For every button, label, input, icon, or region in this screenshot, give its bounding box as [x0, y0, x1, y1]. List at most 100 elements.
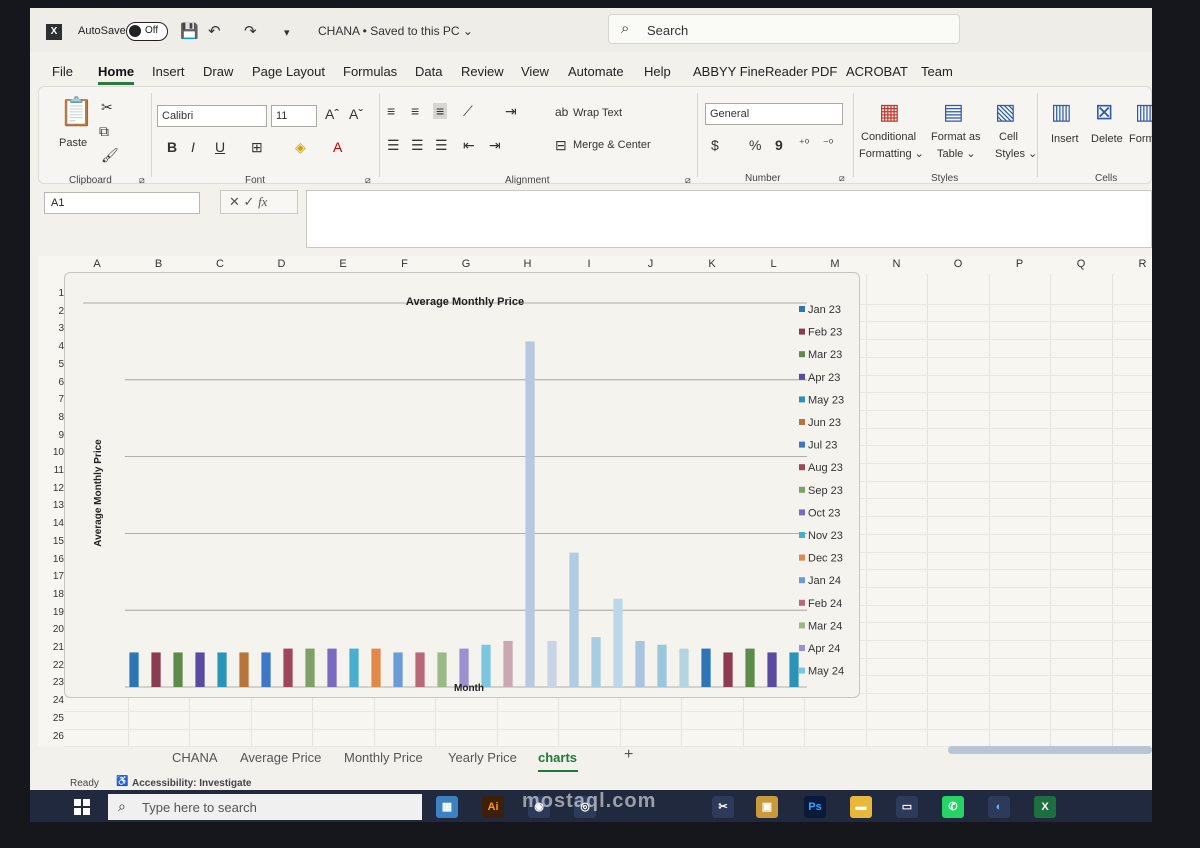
fill-color-icon[interactable]: ◈ — [295, 139, 306, 156]
tab-review[interactable]: Review — [461, 64, 504, 79]
format-as-table-line1[interactable]: Format as — [931, 131, 981, 143]
taskbar-search[interactable]: ⌕ Type here to search — [108, 794, 422, 820]
percent-button[interactable]: % — [749, 137, 761, 153]
clipboard-launcher-icon[interactable]: ⧄ — [139, 175, 145, 186]
tab-data[interactable]: Data — [415, 64, 442, 79]
undo-icon[interactable]: ↶ — [208, 22, 221, 40]
font-color-icon[interactable]: A — [333, 139, 342, 155]
borders-icon[interactable]: ⊞ — [251, 139, 263, 156]
conditional-formatting-line2[interactable]: Formatting ⌄ — [859, 147, 924, 160]
conditional-formatting-line1[interactable]: Conditional — [861, 131, 916, 143]
orientation-icon[interactable]: ⟋ — [463, 103, 473, 120]
tab-draw[interactable]: Draw — [203, 64, 233, 79]
format-as-table-line2[interactable]: Table ⌄ — [937, 147, 976, 160]
text-direction-icon[interactable]: ⇥ — [505, 103, 517, 120]
tab-formulas[interactable]: Formulas — [343, 64, 397, 79]
redo-icon[interactable]: ↷ — [244, 22, 257, 40]
currency-button[interactable]: $ — [711, 137, 719, 153]
row-header[interactable]: 17 — [38, 571, 64, 582]
tab-page-layout[interactable]: Page Layout — [252, 64, 325, 79]
align-bottom-icon[interactable]: ≡ — [433, 103, 448, 119]
align-top-icon[interactable]: ≡ — [387, 103, 395, 119]
row-header[interactable]: 22 — [38, 660, 64, 671]
add-sheet-button[interactable]: + — [624, 746, 633, 764]
row-header[interactable]: 5 — [38, 359, 64, 370]
font-name-select[interactable]: Calibri — [157, 105, 267, 127]
tab-view[interactable]: View — [521, 64, 549, 79]
archive-icon[interactable]: ▣ — [756, 796, 778, 818]
row-header[interactable]: 8 — [38, 412, 64, 423]
row-header[interactable]: 16 — [38, 554, 64, 565]
sheet-tab-yearly-price[interactable]: Yearly Price — [448, 750, 517, 765]
delete-cells-button[interactable]: Delete — [1091, 133, 1123, 145]
wrap-text-button[interactable]: Wrap Text — [573, 107, 622, 119]
row-header[interactable]: 1 — [38, 288, 64, 299]
copy-icon[interactable]: ⧉ — [99, 123, 109, 140]
decrease-font-icon[interactable]: Aˇ — [349, 106, 363, 122]
align-middle-icon[interactable]: ≡ — [411, 103, 419, 119]
task-view-icon[interactable]: ▦ — [436, 796, 458, 818]
font-size-select[interactable]: 11 — [271, 105, 317, 127]
comma-button[interactable]: 9 — [775, 137, 783, 153]
sheet-tab-average-price[interactable]: Average Price — [240, 750, 321, 765]
formula-input[interactable] — [306, 190, 1152, 248]
row-header[interactable]: 14 — [38, 518, 64, 529]
photoshop-icon[interactable]: Ps — [804, 796, 826, 818]
row-header[interactable]: 26 — [38, 731, 64, 742]
font-launcher-icon[interactable]: ⧄ — [365, 175, 371, 186]
tab-acrobat[interactable]: ACROBAT — [846, 64, 908, 79]
align-right-icon[interactable]: ☰ — [435, 137, 448, 154]
row-header[interactable]: 3 — [38, 323, 64, 334]
tab-file[interactable]: File — [52, 64, 73, 79]
tab-home[interactable]: Home — [98, 64, 134, 79]
row-header[interactable]: 4 — [38, 341, 64, 352]
horizontal-scrollbar[interactable] — [948, 746, 1152, 754]
tab-insert[interactable]: Insert — [152, 64, 185, 79]
name-box[interactable]: A1 — [44, 192, 200, 214]
alignment-launcher-icon[interactable]: ⧄ — [685, 175, 691, 186]
sheet-tab-charts[interactable]: charts — [538, 750, 577, 765]
format-painter-icon[interactable]: 🖌 — [101, 147, 119, 164]
enter-icon[interactable]: ✓ — [244, 194, 255, 209]
column-header[interactable]: N — [866, 258, 928, 274]
whatsapp-icon[interactable]: ✆ — [942, 796, 964, 818]
chart-area[interactable]: Jan 23 Feb 23 Mar 23 Apr 23 May 23 Jun 23 Jul … — [64, 272, 860, 698]
terminal-icon[interactable]: ▭ — [896, 796, 918, 818]
row-header[interactable]: 23 — [38, 677, 64, 688]
sheet-tab-chana[interactable]: CHANA — [172, 750, 218, 765]
file-explorer-icon[interactable]: ▬ — [850, 796, 872, 818]
paste-button[interactable]: Paste — [59, 137, 87, 149]
row-header[interactable]: 12 — [38, 483, 64, 494]
align-center-icon[interactable]: ☰ — [411, 137, 424, 154]
illustrator-icon[interactable]: Ai — [482, 796, 504, 818]
row-header[interactable]: 21 — [38, 642, 64, 653]
row-header[interactable]: 20 — [38, 624, 64, 635]
cell-styles-line1[interactable]: Cell — [999, 131, 1018, 143]
document-title[interactable]: CHANA • Saved to this PC ⌄ — [318, 24, 473, 38]
paste-icon[interactable]: 📋 — [59, 95, 94, 128]
row-header[interactable]: 2 — [38, 306, 64, 317]
row-header[interactable]: 10 — [38, 447, 64, 458]
insert-function-button[interactable]: fx — [258, 194, 267, 209]
row-header[interactable]: 15 — [38, 536, 64, 547]
autosave-toggle[interactable]: Off — [126, 22, 168, 41]
column-header[interactable]: Q — [1050, 258, 1112, 274]
save-icon[interactable]: 💾 — [180, 22, 199, 40]
decrease-indent-icon[interactable]: ⇤ — [463, 137, 475, 154]
decrease-decimal-icon[interactable]: ⁻⁰ — [823, 137, 833, 150]
cancel-icon[interactable]: ✕ — [229, 194, 240, 209]
column-header[interactable]: P — [989, 258, 1051, 274]
search-box[interactable]: ⌕ Search — [608, 14, 960, 44]
row-header[interactable]: 24 — [38, 695, 64, 706]
increase-decimal-icon[interactable]: ⁺⁰ — [799, 137, 809, 150]
row-header[interactable]: 19 — [38, 607, 64, 618]
tab-automate[interactable]: Automate — [568, 64, 624, 79]
tab-team[interactable]: Team — [921, 64, 953, 79]
column-header[interactable]: O — [927, 258, 989, 274]
format-cells-button[interactable]: Form — [1129, 133, 1152, 145]
row-header[interactable]: 18 — [38, 589, 64, 600]
row-header[interactable]: 13 — [38, 500, 64, 511]
row-header[interactable]: 11 — [38, 465, 64, 476]
excel-taskbar-icon[interactable]: X — [1034, 796, 1056, 818]
tools-icon[interactable]: ✂ — [712, 796, 734, 818]
